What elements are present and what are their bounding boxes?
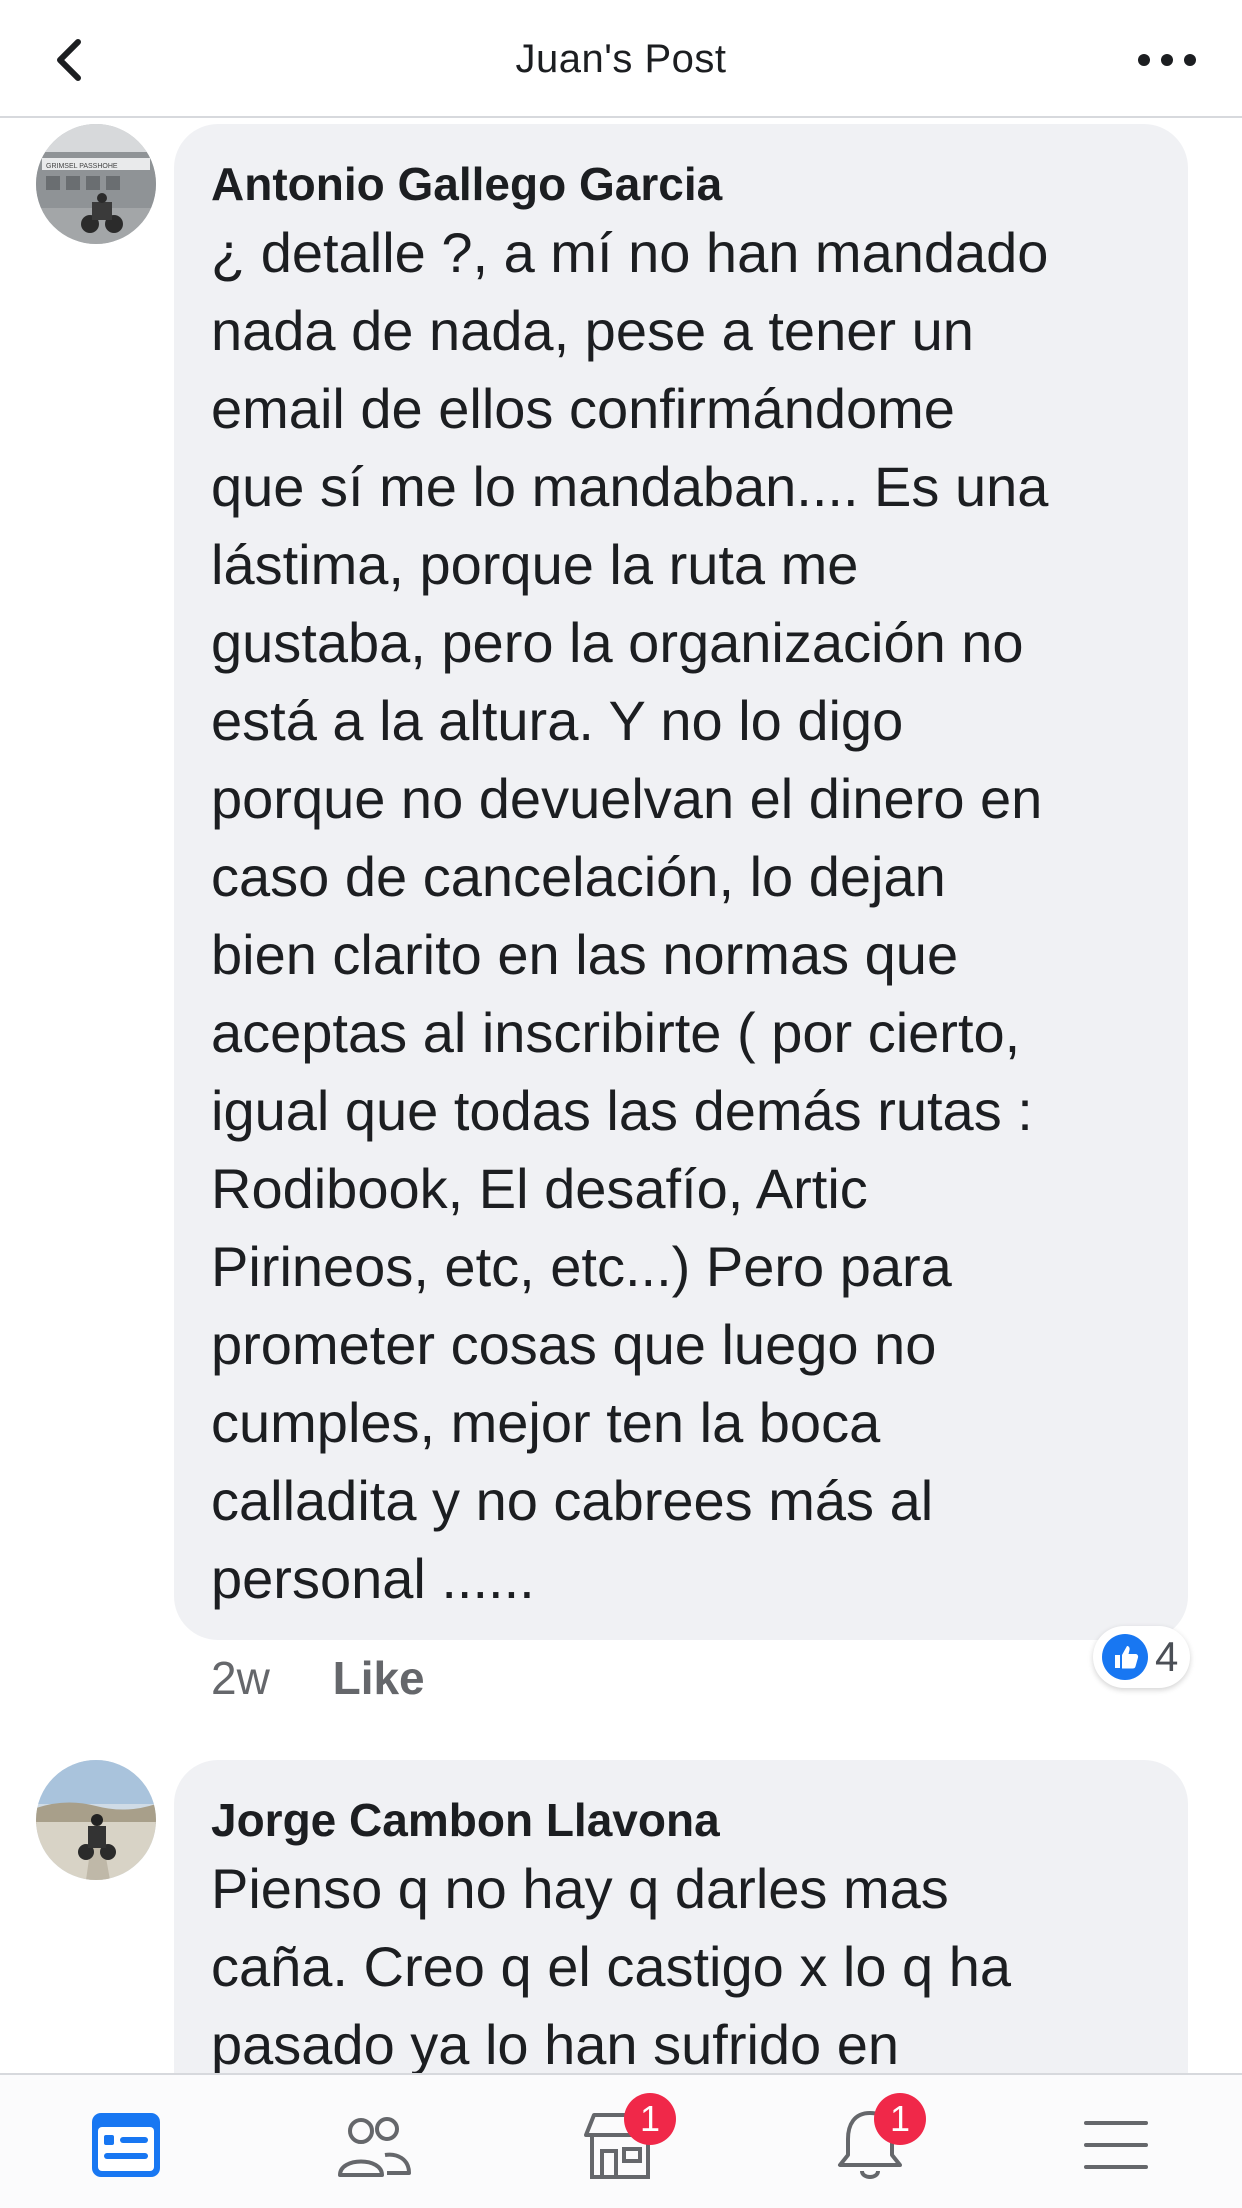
thumbs-up-icon	[1102, 1634, 1148, 1680]
comment-bubble: Jorge Cambon Llavona Pienso q no hay q d…	[174, 1760, 1188, 2073]
tab-friends[interactable]	[323, 2095, 423, 2195]
comment-bubble: Antonio Gallego Garcia ¿ detalle ?, a mí…	[174, 124, 1188, 1640]
comments-list: GRIMSEL PASSHOHE Antonio Gallego Garcia …	[0, 118, 1242, 2073]
comment-text: Pienso q no hay q darles mas caña. Creo …	[211, 1857, 1012, 2073]
tab-marketplace[interactable]: 1	[570, 2093, 676, 2195]
reaction-count: 4	[1155, 1633, 1179, 1680]
notification-badge: 1	[624, 2093, 676, 2145]
avatar-photo: GRIMSEL PASSHOHE	[36, 124, 156, 244]
friends-icon	[338, 2117, 411, 2177]
avatar[interactable]	[36, 1760, 156, 1880]
avatar[interactable]: GRIMSEL PASSHOHE	[36, 124, 156, 244]
comment-author[interactable]: Jorge Cambon Llavona	[211, 1790, 1152, 1850]
page-title: Juan's Post	[515, 37, 727, 81]
top-bar: Juan's Post	[0, 0, 1242, 118]
menu-icon	[1084, 2121, 1148, 2169]
more-horizontal-icon	[1138, 54, 1196, 66]
more-options-button[interactable]	[1132, 32, 1202, 88]
tab-news-feed[interactable]	[76, 2095, 176, 2195]
comment-text: ¿ detalle ?, a mí no han mandado nada de…	[211, 221, 1049, 1610]
bottom-tab-bar: 1 1	[0, 2073, 1242, 2208]
avatar-photo	[36, 1760, 156, 1880]
tab-notifications[interactable]: 1	[820, 2093, 926, 2195]
comment-actions: 2w Like	[211, 1648, 425, 1708]
tab-menu[interactable]	[1066, 2095, 1166, 2195]
comment-author[interactable]: Antonio Gallego Garcia	[211, 154, 1152, 214]
notification-badge: 1	[874, 2093, 926, 2145]
avatar-sign-text: GRIMSEL PASSHOHE	[46, 163, 118, 170]
comment-timestamp[interactable]: 2w	[211, 1652, 270, 1704]
reaction-summary[interactable]: 4	[1093, 1626, 1191, 1688]
news-feed-icon	[92, 2113, 160, 2177]
like-button[interactable]: Like	[333, 1652, 425, 1704]
